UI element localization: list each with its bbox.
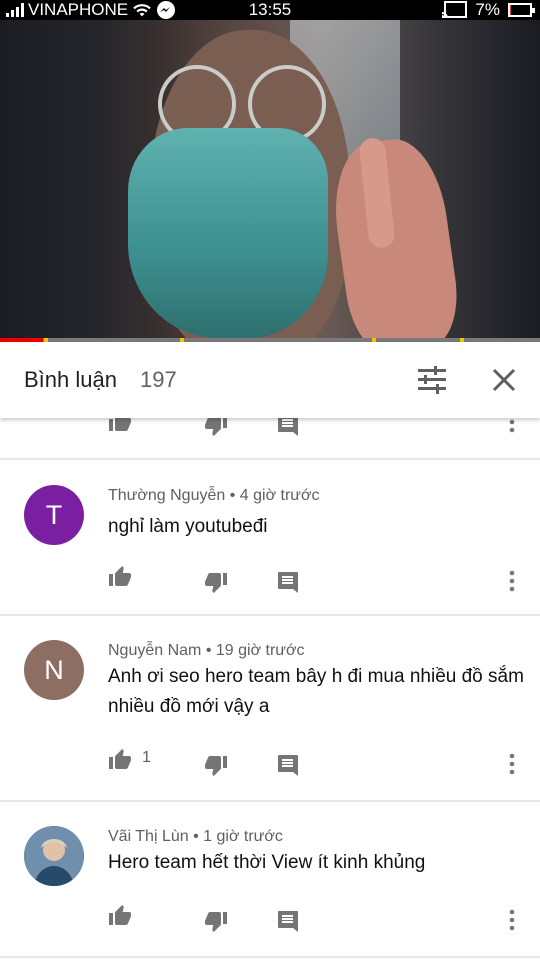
battery-percent: 7%	[475, 0, 500, 19]
comment-text: Hero team hết thời View ít kinh khủng	[108, 852, 426, 873]
thumb-up-icon[interactable]	[108, 904, 132, 928]
more-vert-icon[interactable]	[502, 908, 522, 932]
comment-text: Anh ơi seo hero team bây h đi mua nhiều …	[108, 666, 524, 717]
more-vert-icon[interactable]	[502, 418, 522, 434]
comment-time: 1 giờ trước	[203, 828, 283, 845]
thumb-up-icon[interactable]	[108, 748, 132, 772]
avatar[interactable]	[24, 826, 84, 886]
comment-item: N Nguyễn Nam • 19 giờ trước Anh ơi seo h…	[0, 616, 540, 802]
comment-actions	[108, 418, 528, 437]
comment-icon[interactable]	[276, 570, 300, 594]
comment-icon[interactable]	[276, 753, 300, 777]
comment-actions	[108, 904, 528, 932]
avatar[interactable]: N	[24, 640, 84, 700]
thumb-down-icon[interactable]	[204, 909, 228, 933]
comments-count: 197	[140, 367, 177, 392]
close-icon[interactable]	[490, 366, 518, 394]
comment-actions	[108, 565, 528, 593]
more-vert-icon[interactable]	[502, 752, 522, 776]
thumb-down-icon[interactable]	[204, 753, 228, 777]
comment-time: 19 giờ trước	[215, 642, 305, 659]
comment-item: Vãi Thị Lùn • 1 giờ trước Hero team hết …	[0, 802, 540, 958]
comment-list[interactable]: T Thường Nguyễn • 4 giờ trước nghỉ làm y…	[0, 418, 540, 960]
thumb-up-icon[interactable]	[108, 418, 132, 434]
status-bar: VINAPHONE 13:55 7%	[0, 0, 540, 20]
more-vert-icon[interactable]	[502, 569, 522, 593]
cast-icon	[442, 1, 468, 18]
video-player[interactable]	[0, 20, 540, 342]
sort-tune-icon[interactable]	[416, 366, 448, 394]
comment-author[interactable]: Vãi Thị Lùn	[108, 828, 189, 845]
comments-title: Bình luận	[24, 367, 117, 392]
comment-item	[0, 418, 540, 460]
comment-actions: 1	[108, 748, 528, 776]
comment-text: nghỉ làm youtubeđi	[108, 516, 268, 537]
comment-author[interactable]: Thường Nguyễn	[108, 487, 225, 504]
avatar-photo	[24, 826, 84, 886]
comment-icon[interactable]	[276, 909, 300, 933]
comment-time: 4 giờ trước	[239, 487, 320, 504]
battery-icon	[508, 3, 535, 17]
thumb-up-icon[interactable]	[108, 565, 132, 589]
like-count: 1	[142, 749, 151, 766]
comments-header: Bình luận 197	[0, 342, 540, 418]
comment-item: T Thường Nguyễn • 4 giờ trước nghỉ làm y…	[0, 460, 540, 616]
avatar[interactable]: T	[24, 485, 84, 545]
thumb-down-icon[interactable]	[204, 570, 228, 594]
thumb-down-icon[interactable]	[204, 418, 228, 437]
comment-author[interactable]: Nguyễn Nam	[108, 642, 201, 659]
comment-icon[interactable]	[276, 418, 300, 437]
